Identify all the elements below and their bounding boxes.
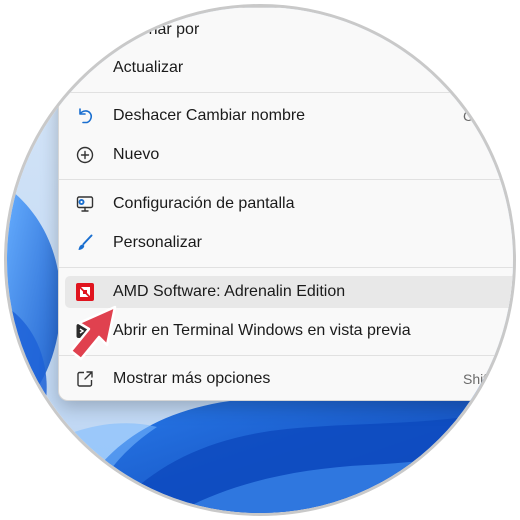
desktop-context-menu: Ordenar por Actualizar Deshacer Cambiar … [58,7,513,401]
menu-item-display-settings[interactable]: Configuración de pantalla [65,188,513,220]
add-circle-icon [75,145,95,165]
menu-item-label: Personalizar [113,234,202,251]
menu-separator [59,355,513,356]
menu-item-label: Mostrar más opciones [113,370,271,387]
refresh-icon [75,58,95,78]
menu-item-sort-by[interactable]: Ordenar por [65,14,513,46]
menu-separator [59,92,513,93]
menu-item-label: AMD Software: Adrenalin Edition [113,283,346,300]
menu-item-shortcut: Shift [463,371,492,387]
red-pointer-arrow-icon [69,305,117,361]
menu-item-refresh[interactable]: Actualizar [65,52,513,84]
open-external-icon [75,369,95,389]
menu-item-label: Ordenar por [113,21,200,38]
menu-item-label: Actualizar [113,59,184,76]
menu-item-label: Nuevo [113,146,160,163]
menu-item-label: Configuración de pantalla [113,195,295,212]
brush-icon [75,233,95,253]
display-settings-icon [75,194,95,214]
circular-crop: Ordenar por Actualizar Deshacer Cambiar … [4,4,516,516]
menu-separator [59,179,513,180]
menu-item-amd-software[interactable]: AMD Software: Adrenalin Edition [65,276,513,308]
menu-separator [59,267,513,268]
menu-item-show-more-options[interactable]: Mostrar más opciones Shift [65,363,513,395]
menu-item-label: Abrir en Terminal Windows en vista previ… [113,322,411,339]
menu-item-new[interactable]: Nuevo [65,139,513,171]
menu-item-open-terminal[interactable]: Abrir en Terminal Windows en vista previ… [65,315,513,347]
screenshot-stage: Ordenar por Actualizar Deshacer Cambiar … [0,0,520,520]
menu-item-personalize[interactable]: Personalizar [65,227,513,259]
menu-item-label: Deshacer Cambiar nombre [113,107,306,124]
menu-item-undo-rename[interactable]: Deshacer Cambiar nombre C [65,100,513,132]
sort-icon [75,20,95,40]
amd-logo-icon [75,282,95,302]
menu-item-shortcut: C [463,108,474,124]
undo-icon [75,106,95,126]
